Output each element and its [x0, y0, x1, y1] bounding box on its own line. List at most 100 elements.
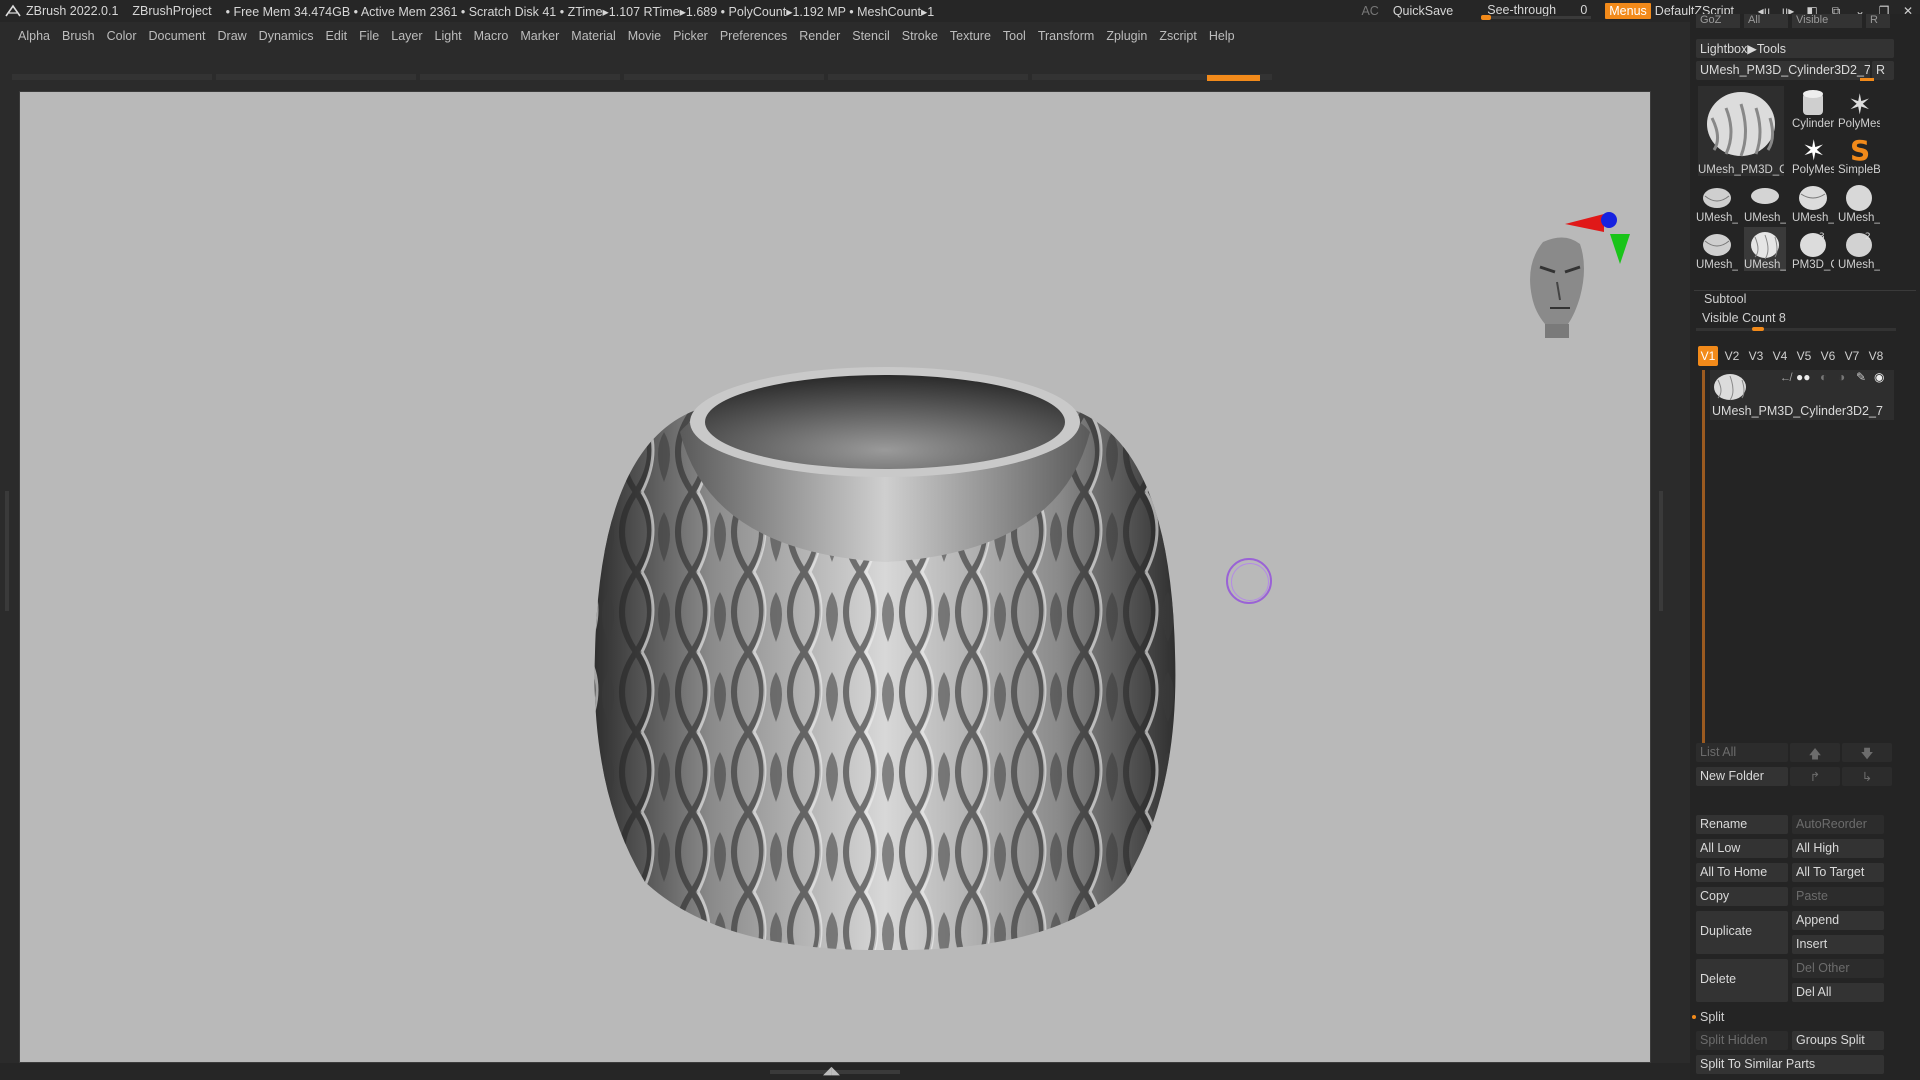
main-tool-thumbnail[interactable]: UMesh_PM3D_C	[1698, 86, 1784, 176]
simplebrush-thumbnail[interactable]: S SimpleB	[1838, 132, 1880, 176]
shelf-segment[interactable]	[420, 74, 620, 80]
goz-button[interactable]: GoZ	[1696, 14, 1740, 28]
append-button[interactable]: Append	[1792, 911, 1884, 930]
move-down-icon[interactable]: 🡇	[1842, 743, 1892, 762]
visibility-set-v3[interactable]: V3	[1746, 346, 1766, 366]
menu-zplugin[interactable]: Zplugin	[1106, 29, 1147, 43]
all-high-button[interactable]: All High	[1792, 839, 1884, 858]
menu-file[interactable]: File	[359, 29, 379, 43]
subtool-eye-icon[interactable]: ◉	[1874, 370, 1884, 384]
lightbox-tools-button[interactable]: Lightbox▶Tools	[1696, 39, 1894, 58]
menu-marker[interactable]: Marker	[520, 29, 559, 43]
menu-brush[interactable]: Brush	[62, 29, 95, 43]
split-hidden-button[interactable]: Split Hidden	[1696, 1031, 1788, 1050]
menu-zscript[interactable]: Zscript	[1159, 29, 1197, 43]
tool-thumbnail[interactable]: 2 UMesh_	[1838, 227, 1880, 271]
folder-out-icon[interactable]: ↳	[1842, 767, 1892, 786]
menu-color[interactable]: Color	[107, 29, 137, 43]
menu-texture[interactable]: Texture	[950, 29, 991, 43]
shelf-segment[interactable]	[216, 74, 416, 80]
menu-draw[interactable]: Draw	[218, 29, 247, 43]
folder-in-icon[interactable]: ↱	[1790, 767, 1840, 786]
menu-alpha[interactable]: Alpha	[18, 29, 50, 43]
menu-layer[interactable]: Layer	[391, 29, 422, 43]
tool-thumbnail[interactable]: UMesh_	[1696, 227, 1738, 271]
tool-thumbnail-selected[interactable]: UMesh_	[1744, 227, 1786, 271]
canvas-viewport[interactable]	[19, 91, 1651, 1063]
paste-button[interactable]: Paste	[1792, 887, 1884, 906]
list-all-button[interactable]: List All	[1696, 743, 1788, 762]
tool-thumbnail[interactable]: 3 PM3D_C	[1792, 227, 1834, 271]
tool-thumbnail[interactable]: UMesh_	[1838, 180, 1880, 224]
visibility-set-v5[interactable]: V5	[1794, 346, 1814, 366]
see-through-knob[interactable]	[1481, 15, 1492, 20]
menu-movie[interactable]: Movie	[628, 29, 661, 43]
duplicate-button[interactable]: Duplicate	[1696, 911, 1788, 954]
menu-document[interactable]: Document	[149, 29, 206, 43]
all-low-button[interactable]: All Low	[1696, 839, 1788, 858]
subtool-mask-icon[interactable]: ◑	[1838, 370, 1845, 384]
visibility-set-v6[interactable]: V6	[1818, 346, 1838, 366]
polymesh-star-thumbnail[interactable]: ✶ PolyMes	[1792, 132, 1834, 176]
tool-thumbnail[interactable]: UMesh_	[1696, 180, 1738, 224]
delete-button[interactable]: Delete	[1696, 959, 1788, 1002]
menu-picker[interactable]: Picker	[673, 29, 708, 43]
visibility-set-v2[interactable]: V2	[1722, 346, 1742, 366]
split-section-title[interactable]: Split	[1700, 1010, 1724, 1028]
tool-r-button[interactable]: R	[1872, 61, 1894, 80]
shelf-segment[interactable]	[12, 74, 212, 80]
menu-tool[interactable]: Tool	[1003, 29, 1026, 43]
polymesh-thumbnail[interactable]: ✶ PolyMes	[1838, 86, 1880, 130]
menu-render[interactable]: Render	[799, 29, 840, 43]
menu-preferences[interactable]: Preferences	[720, 29, 787, 43]
all-to-home-button[interactable]: All To Home	[1696, 863, 1788, 882]
visible-count-knob[interactable]	[1752, 327, 1764, 331]
visibility-set-v4[interactable]: V4	[1770, 346, 1790, 366]
visibility-set-v7[interactable]: V7	[1842, 346, 1862, 366]
menu-macro[interactable]: Macro	[474, 29, 509, 43]
menu-transform[interactable]: Transform	[1038, 29, 1095, 43]
shelf-segment[interactable]	[828, 74, 1028, 80]
del-all-button[interactable]: Del All	[1792, 983, 1884, 1002]
subtool-toggle-icon[interactable]: ●●	[1796, 370, 1811, 384]
groups-split-button[interactable]: Groups Split	[1792, 1031, 1884, 1050]
cylinder-thumbnail[interactable]: Cylinder	[1792, 86, 1834, 130]
subtool-polypaint-icon[interactable]: ◐	[1820, 370, 1827, 384]
see-through-slider[interactable]: See-through 0	[1481, 2, 1592, 20]
copy-button[interactable]: Copy	[1696, 887, 1788, 906]
shelf-active-indicator[interactable]	[1207, 75, 1260, 81]
menus-toggle-button[interactable]: Menus	[1605, 3, 1651, 19]
subtool-title[interactable]: Subtool	[1704, 292, 1746, 310]
rename-button[interactable]: Rename	[1696, 815, 1788, 834]
menu-help[interactable]: Help	[1209, 29, 1235, 43]
new-folder-button[interactable]: New Folder	[1696, 767, 1788, 786]
visible-button[interactable]: Visible	[1792, 14, 1862, 28]
subtool-item[interactable]: ↚ ●● ◐ ◑ ✎ ◉ UMesh_PM3D_Cylinder3D2_7	[1710, 370, 1894, 420]
r-button[interactable]: R	[1866, 14, 1890, 28]
menu-material[interactable]: Material	[571, 29, 615, 43]
insert-button[interactable]: Insert	[1792, 935, 1884, 954]
menu-dynamics[interactable]: Dynamics	[259, 29, 314, 43]
tool-thumbnail[interactable]: UMesh_	[1744, 180, 1786, 224]
tool-thumbnail[interactable]: UMesh_	[1792, 180, 1834, 224]
right-tray-handle[interactable]	[1659, 491, 1663, 611]
split-to-similar-parts-button[interactable]: Split To Similar Parts	[1696, 1055, 1884, 1074]
autoreorder-button[interactable]: AutoReorder	[1792, 815, 1884, 834]
quicksave-button[interactable]: QuickSave	[1393, 4, 1453, 18]
move-up-icon[interactable]: 🡅	[1790, 743, 1840, 762]
menu-stroke[interactable]: Stroke	[902, 29, 938, 43]
visibility-set-v1[interactable]: V1	[1698, 346, 1718, 366]
sculpt-model[interactable]	[20, 92, 1651, 1063]
visible-count[interactable]: Visible Count 8	[1702, 311, 1786, 329]
navigation-head-gizmo[interactable]	[1530, 237, 1584, 338]
visibility-set-v8[interactable]: V8	[1866, 346, 1886, 366]
subtool-brush-icon[interactable]: ↚	[1780, 372, 1791, 384]
menu-edit[interactable]: Edit	[326, 29, 348, 43]
del-other-button[interactable]: Del Other	[1792, 959, 1884, 978]
all-button[interactable]: All	[1744, 14, 1788, 28]
menu-stencil[interactable]: Stencil	[852, 29, 890, 43]
tray-toggle-icon[interactable]: ◢◣	[823, 1064, 840, 1077]
shelf-segment[interactable]	[624, 74, 824, 80]
all-to-target-button[interactable]: All To Target	[1792, 863, 1884, 882]
left-tray-handle[interactable]	[5, 491, 9, 611]
